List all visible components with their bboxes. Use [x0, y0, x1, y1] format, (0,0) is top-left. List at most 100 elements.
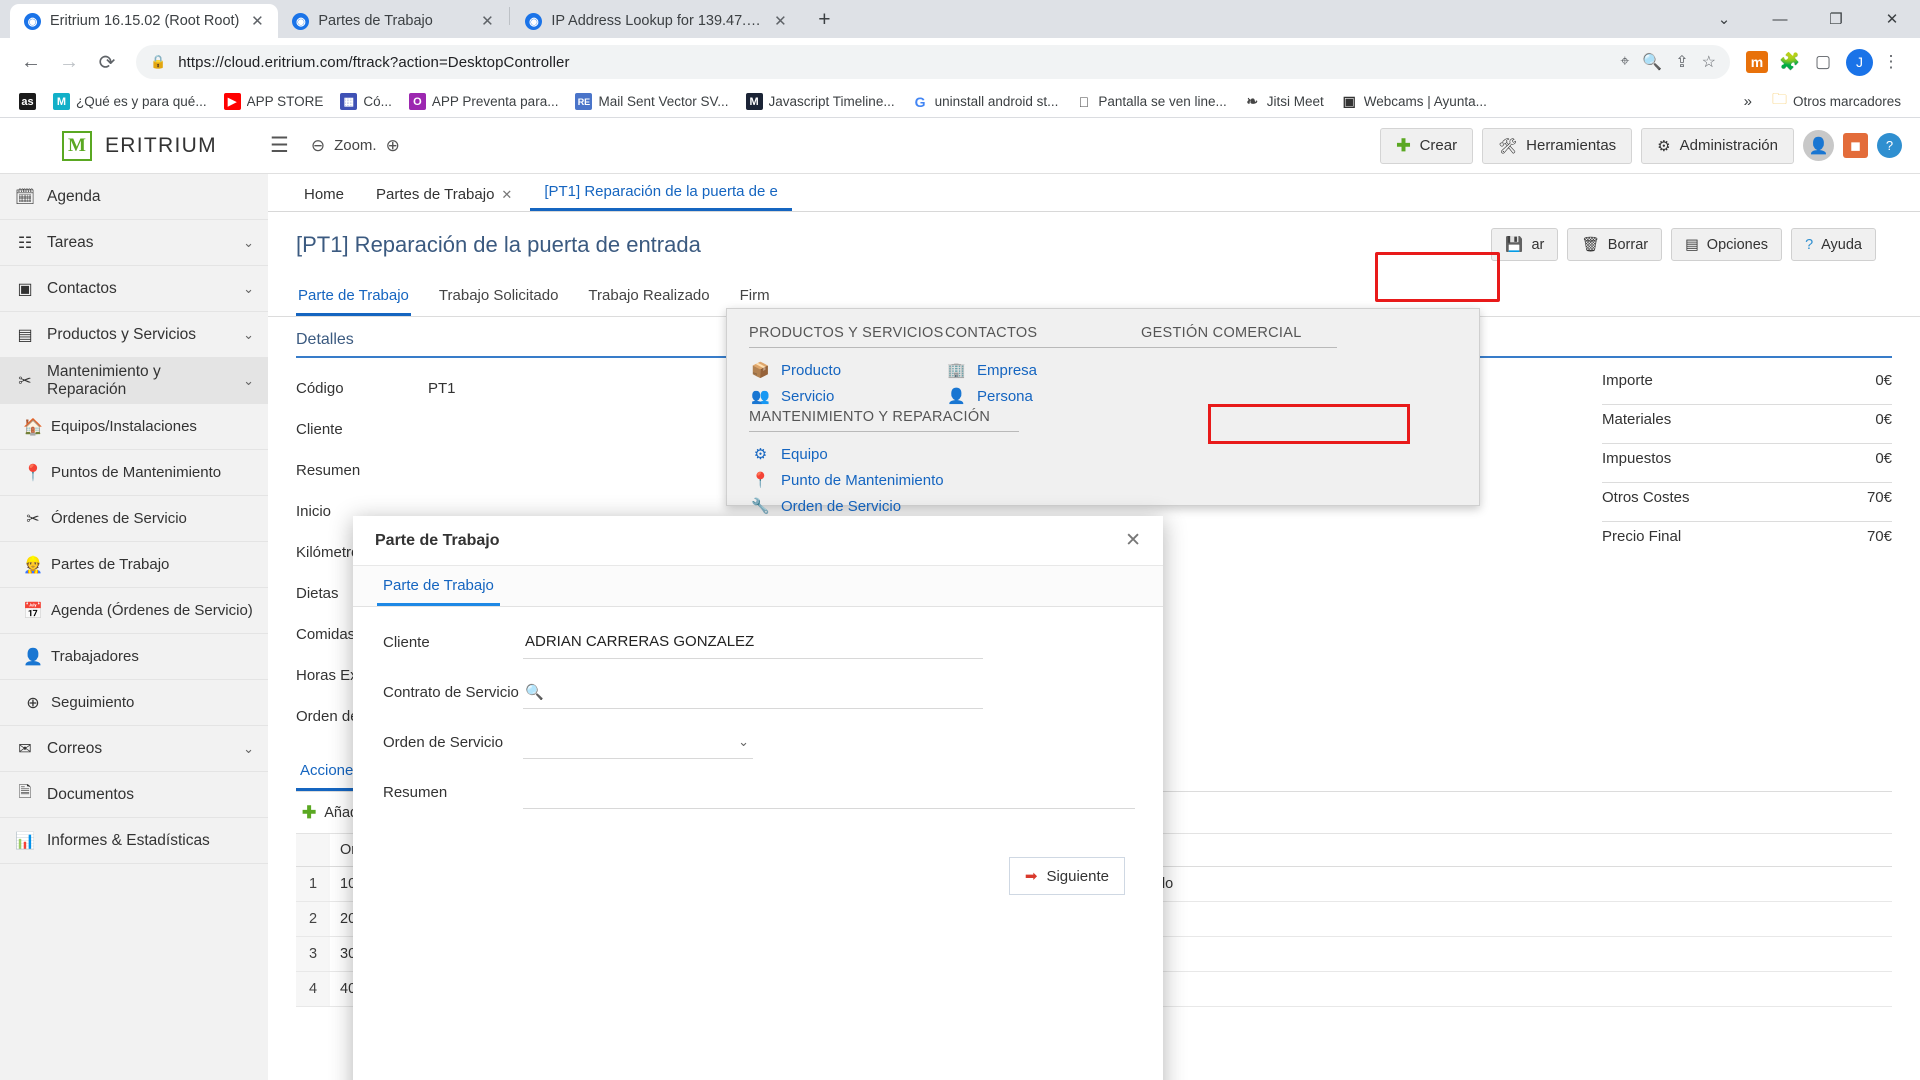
- avatar[interactable]: J: [1846, 48, 1873, 76]
- bookmark-item[interactable]: ▶ APP STORE: [217, 90, 331, 113]
- forward-icon[interactable]: →: [52, 45, 86, 79]
- bookmark-item[interactable]: G uninstall android st...: [905, 90, 1066, 113]
- total-row: Materiales 0€: [1602, 411, 1892, 444]
- row-index: 3: [296, 936, 330, 972]
- sidebar-item-puntos-de-mantenimiento[interactable]: 📍 Puntos de Mantenimiento: [0, 450, 268, 496]
- row-index: 1: [296, 866, 330, 902]
- browser-actions: m 🧩 ▢ J ⋮: [1742, 47, 1906, 77]
- address-bar[interactable]: 🔒 https://cloud.eritrium.com/ftrack?acti…: [136, 45, 1730, 79]
- bookmark-item[interactable]: M Javascript Timeline...: [739, 90, 902, 113]
- sidebar-item-productos-y-servicios[interactable]: ▤ Productos y Servicios ⌄: [0, 312, 268, 358]
- menu-item-equipo[interactable]: ⚙ Equipo: [749, 441, 1019, 467]
- menu-item-persona[interactable]: 👤 Persona: [945, 383, 1141, 409]
- sidebar-item-contactos[interactable]: ▣ Contactos ⌄: [0, 266, 268, 312]
- puzzle-icon[interactable]: 🧩: [1775, 47, 1805, 77]
- help-icon[interactable]: ?: [1877, 133, 1902, 158]
- sidebar-item-tareas[interactable]: ☷ Tareas ⌄: [0, 220, 268, 266]
- tab-parte-de-trabajo[interactable]: Parte de Trabajo: [296, 277, 411, 316]
- bookmark-item[interactable]:  Pantalla se ven line...: [1068, 90, 1233, 113]
- bookmark-item[interactable]: as: [12, 90, 43, 113]
- other-bookmarks-folder[interactable]: 🗀 Otros marcadores: [1765, 86, 1908, 117]
- guardar-button[interactable]: 💾 ar: [1491, 228, 1559, 261]
- modal-tab-parte-de-trabajo[interactable]: Parte de Trabajo: [377, 566, 500, 606]
- menu-item-servicio[interactable]: 👥 Servicio: [749, 383, 945, 409]
- zoom-out-icon[interactable]: ⊖: [311, 136, 325, 156]
- search-icon[interactable]: 🔍: [1642, 52, 1662, 72]
- herramientas-button[interactable]: 🛠 Herramientas: [1482, 127, 1633, 164]
- browser-tab-0[interactable]: ◉ Eritrium 16.15.02 (Root Root) ✕: [10, 4, 279, 38]
- menu-header: CONTACTOS: [945, 325, 1141, 348]
- chevron-down-icon: ⌄: [243, 372, 254, 388]
- user-avatar[interactable]: 👤: [1803, 130, 1834, 161]
- close-icon[interactable]: ✕: [771, 12, 789, 30]
- share-icon[interactable]: ⇪: [1675, 52, 1688, 72]
- menu-item-label: Persona: [977, 387, 1033, 405]
- new-tab-button[interactable]: +: [809, 5, 839, 35]
- sidebar-item-agenda[interactable]: 🗓 Agenda: [0, 174, 268, 220]
- zoom-in-icon[interactable]: ⊕: [386, 136, 400, 156]
- crumb-tab-home[interactable]: Home: [290, 178, 358, 211]
- sidebar-item-label: Puntos de Mantenimiento: [51, 464, 222, 481]
- contrato-de-servicio-input[interactable]: 🔍: [523, 679, 983, 709]
- bookmark-item[interactable]: M ¿Qué es y para qué...: [46, 90, 214, 113]
- ayuda-button[interactable]: ? Ayuda: [1791, 228, 1876, 261]
- notifications-icon[interactable]: ◼: [1843, 133, 1868, 158]
- crear-button[interactable]: ✚ Crear: [1380, 127, 1474, 164]
- borrar-button[interactable]: 🗑 Borrar: [1567, 228, 1663, 261]
- location-icon[interactable]: ⌖: [1620, 53, 1629, 71]
- tab-trabajo-realizado[interactable]: Trabajo Realizado: [586, 277, 711, 316]
- star-icon[interactable]: ☆: [1702, 52, 1716, 72]
- bookmark-item[interactable]: O APP Preventa para...: [402, 90, 566, 113]
- crumb-tab-pt1[interactable]: [PT1] Reparación de la puerta de e: [530, 175, 792, 211]
- search-icon[interactable]: 🔍: [525, 683, 544, 701]
- chevron-down-icon[interactable]: ⌄: [1696, 0, 1752, 38]
- wrench-icon: ✂: [18, 372, 32, 390]
- maximize-button[interactable]: ❐: [1808, 0, 1864, 38]
- menu-item-punto-de-mantenimiento[interactable]: 📍 Punto de Mantenimiento: [749, 467, 1019, 493]
- administracion-button[interactable]: ⚙ Administración: [1641, 127, 1794, 164]
- back-icon[interactable]: ←: [14, 45, 48, 79]
- sidebar-item-ordenes-de-servicio[interactable]: ✂ Órdenes de Servicio: [0, 496, 268, 542]
- tab-trabajo-solicitado[interactable]: Trabajo Solicitado: [437, 277, 561, 316]
- sidebar-item-partes-de-trabajo[interactable]: 👷 Partes de Trabajo: [0, 542, 268, 588]
- sidebar-item-informes-estadisticas[interactable]: 📊 Informes & Estadísticas: [0, 818, 268, 864]
- tab-title: Eritrium 16.15.02 (Root Root): [50, 13, 240, 29]
- browser-tab-2[interactable]: ◉ IP Address Lookup for 139.47.35... ✕: [511, 4, 802, 38]
- close-icon[interactable]: ✕: [501, 187, 512, 203]
- crumb-tab-partes-de-trabajo[interactable]: Partes de Trabajo ✕: [362, 178, 526, 211]
- menu-item-producto[interactable]: 📦 Producto: [749, 357, 945, 383]
- siguiente-button[interactable]: ➡ Siguiente: [1008, 857, 1125, 895]
- sidebar-item-equipos-instalaciones[interactable]: 🏠 Equipos/Instalaciones: [0, 404, 268, 450]
- jitsi-icon: ❧: [1243, 93, 1261, 110]
- sidebar-item-trabajadores[interactable]: 👤 Trabajadores: [0, 634, 268, 680]
- sidebar-item-mantenimiento-y-reparacion[interactable]: ✂ Mantenimiento y Reparación ⌄: [0, 358, 268, 404]
- bookmark-item[interactable]: ▦ Có...: [333, 90, 399, 113]
- opciones-button[interactable]: ▤ Opciones: [1671, 228, 1783, 261]
- overflow-icon[interactable]: »: [1734, 93, 1762, 110]
- bookmark-item[interactable]: ❧ Jitsi Meet: [1237, 90, 1331, 113]
- sidebar-item-documentos[interactable]: 🗎 Documentos: [0, 772, 268, 818]
- panel-icon[interactable]: ▢: [1808, 47, 1838, 77]
- bookmark-favicon: M: [53, 93, 70, 110]
- close-icon[interactable]: ✕: [248, 12, 266, 30]
- close-icon[interactable]: ✕: [478, 12, 496, 30]
- close-window-button[interactable]: ✕: [1864, 0, 1920, 38]
- total-value: 0€: [1875, 411, 1892, 428]
- orden-de-servicio-select[interactable]: ⌄: [523, 729, 753, 759]
- bookmark-item[interactable]: ▣ Webcams | Ayunta...: [1334, 90, 1494, 113]
- reload-icon[interactable]: ⟳: [90, 45, 124, 79]
- menu-item-empresa[interactable]: 🏢 Empresa: [945, 357, 1141, 383]
- browser-tab-1[interactable]: ◉ Partes de Trabajo ✕: [278, 4, 509, 38]
- minimize-button[interactable]: —: [1752, 0, 1808, 38]
- sidebar-item-agenda-ordenes-de-servicio[interactable]: 📅 Agenda (Órdenes de Servicio): [0, 588, 268, 634]
- hamburger-icon[interactable]: ☰: [270, 133, 289, 158]
- close-icon[interactable]: ✕: [1125, 529, 1141, 552]
- sidebar-item-seguimiento[interactable]: ⊕ Seguimiento: [0, 680, 268, 726]
- m-extension-icon[interactable]: m: [1742, 47, 1772, 77]
- cliente-input[interactable]: ADRIAN CARRERAS GONZALEZ: [523, 629, 983, 659]
- bookmark-item[interactable]: RE Mail Sent Vector SV...: [568, 90, 735, 113]
- resumen-input[interactable]: [523, 779, 1135, 809]
- trash-icon: 🗑: [1581, 237, 1600, 253]
- browser-menu-icon[interactable]: ⋮: [1876, 47, 1906, 77]
- sidebar-item-correos[interactable]: ✉ Correos ⌄: [0, 726, 268, 772]
